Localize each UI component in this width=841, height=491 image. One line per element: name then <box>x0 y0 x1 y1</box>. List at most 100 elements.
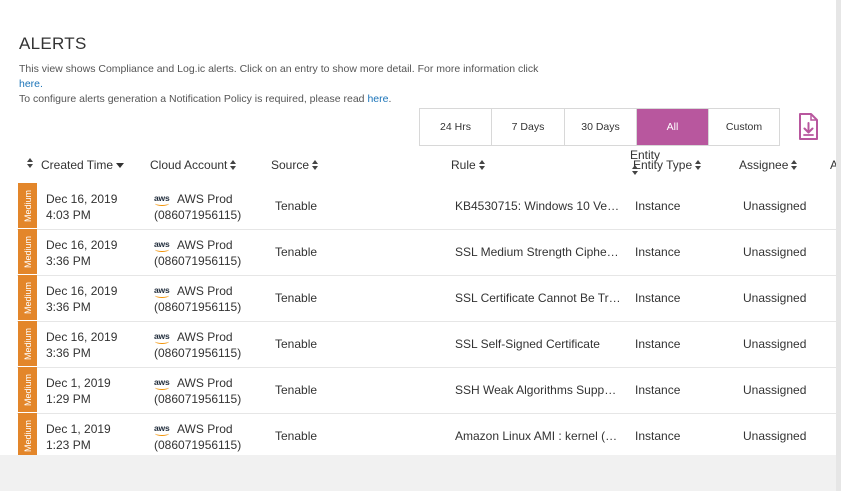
severity-label: Medium <box>22 419 33 452</box>
alerts-panel: ALERTS This view shows Compliance and Lo… <box>0 0 836 455</box>
created-time-label: Created Time <box>41 158 114 172</box>
description-line-2: here. <box>19 78 43 90</box>
severity-label: Medium <box>22 373 33 406</box>
entity-type-header[interactable]: Entity Type <box>632 158 702 175</box>
sort-icon <box>632 165 639 175</box>
filter-7days-button[interactable]: 7 Days <box>492 109 565 145</box>
rule-cell: Amazon Linux AMI : kernel (ALAS-2019-123… <box>455 429 621 443</box>
assignee-cell: Unassigned <box>743 337 807 351</box>
filter-all-button[interactable]: All <box>637 109 709 145</box>
sort-icon <box>312 160 319 170</box>
assignee-cell: Unassigned <box>743 383 807 397</box>
assignee-header[interactable]: Assignee <box>739 158 798 172</box>
severity-badge: Medium <box>18 275 37 320</box>
entity-type-cell: Instance <box>635 337 681 351</box>
entity-type-label: Entity Type <box>633 158 693 172</box>
notification-policy-suffix: . <box>388 93 392 105</box>
filter-custom-button[interactable]: Custom <box>709 109 779 145</box>
created-time-cell: Dec 16, 2019 4:03 PM <box>46 192 118 222</box>
account-id: (086071956115) <box>154 208 242 222</box>
page-title: ALERTS <box>19 34 87 53</box>
severity-label: Medium <box>22 281 33 314</box>
cloud-account-cell: aws AWS Prod (086071956115) <box>154 329 241 361</box>
aws-logo-icon: aws <box>154 284 171 298</box>
created-time-cell: Dec 16, 2019 3:36 PM <box>46 330 118 360</box>
sort-icon <box>791 160 798 170</box>
sort-icon <box>695 160 702 170</box>
rule-cell: SSL Certificate Cannot Be Trusted <box>455 291 621 305</box>
download-icon <box>799 113 818 140</box>
table-row[interactable]: Medium Dec 1, 2019 1:29 PM aws AWS Prod (0… <box>17 367 836 414</box>
aws-logo-icon: aws <box>154 238 171 252</box>
severity-sort-header[interactable] <box>24 158 34 168</box>
filter-30days-button[interactable]: 30 Days <box>565 109 637 145</box>
rule-header[interactable]: Rule <box>451 158 486 172</box>
cloud-account-cell: aws AWS Prod (086071956115) <box>154 237 241 269</box>
account-name: AWS Prod <box>177 238 233 252</box>
rule-cell: KB4530715: Windows 10 Version 1809 and W… <box>455 199 621 213</box>
more-info-link[interactable]: here. <box>19 78 43 90</box>
account-id: (086071956115) <box>154 300 242 314</box>
rule-cell: SSL Self-Signed Certificate <box>455 337 600 351</box>
cloud-account-cell: aws AWS Prod (086071956115) <box>154 421 241 453</box>
entity-type-cell: Instance <box>635 199 681 213</box>
entity-type-cell: Instance <box>635 245 681 259</box>
aws-logo-icon: aws <box>154 192 171 206</box>
sort-icon <box>230 160 237 170</box>
table-row[interactable]: Medium Dec 16, 2019 3:36 PM aws AWS Prod (… <box>17 275 836 322</box>
table-row[interactable]: Medium Dec 1, 2019 1:23 PM aws AWS Prod (0… <box>17 413 836 455</box>
entity-type-cell: Instance <box>635 383 681 397</box>
aws-logo-icon: aws <box>154 330 171 344</box>
account-id: (086071956115) <box>154 392 242 406</box>
download-button[interactable] <box>796 113 820 141</box>
severity-label: Medium <box>22 235 33 268</box>
time-filter-group: 24 Hrs 7 Days 30 Days All Custom <box>419 108 780 146</box>
filter-24hrs-button[interactable]: 24 Hrs <box>420 109 492 145</box>
rule-label: Rule <box>451 158 476 172</box>
entity-type-cell: Instance <box>635 429 681 443</box>
sort-icon <box>27 158 34 168</box>
account-id: (086071956115) <box>154 438 242 452</box>
entity-type-cell: Instance <box>635 291 681 305</box>
cloud-account-header[interactable]: Cloud Account <box>150 158 237 172</box>
account-name: AWS Prod <box>177 330 233 344</box>
account-name: AWS Prod <box>177 284 233 298</box>
notification-policy-link[interactable]: here <box>367 93 388 105</box>
aws-logo-icon: aws <box>154 422 171 436</box>
assignee-cell: Unassigned <box>743 199 807 213</box>
severity-label: Medium <box>22 189 33 222</box>
assignee-cell: Unassigned <box>743 429 807 443</box>
source-cell: Tenable <box>275 429 318 443</box>
assignee-cell: Unassigned <box>743 245 807 259</box>
table-row[interactable]: Medium Dec 16, 2019 3:36 PM aws AWS Prod (… <box>17 321 836 368</box>
sort-desc-icon <box>116 162 125 168</box>
assignee-cell: Unassigned <box>743 291 807 305</box>
severity-badge: Medium <box>18 413 37 455</box>
created-time-header[interactable]: Created Time <box>41 158 125 172</box>
source-cell: Tenable <box>275 383 318 397</box>
severity-badge: Medium <box>18 229 37 274</box>
cloud-account-label: Cloud Account <box>150 158 228 172</box>
account-name: AWS Prod <box>177 422 233 436</box>
rule-cell: SSL Medium Strength Cipher Suites Suppor… <box>455 245 621 259</box>
severity-badge: Medium <box>18 321 37 366</box>
alerts-table-body: Medium Dec 16, 2019 4:03 PM aws AWS Prod (… <box>17 183 836 455</box>
source-cell: Tenable <box>275 291 318 305</box>
source-label: Source <box>271 158 310 172</box>
severity-badge: Medium <box>18 183 37 228</box>
source-cell: Tenable <box>275 199 318 213</box>
created-time-cell: Dec 16, 2019 3:36 PM <box>46 238 118 268</box>
table-row[interactable]: Medium Dec 16, 2019 4:03 PM aws AWS Prod (… <box>17 183 836 230</box>
source-cell: Tenable <box>275 245 318 259</box>
table-row[interactable]: Medium Dec 16, 2019 3:36 PM aws AWS Prod (… <box>17 229 836 276</box>
created-time-cell: Dec 16, 2019 3:36 PM <box>46 284 118 314</box>
severity-badge: Medium <box>18 367 37 412</box>
assignee-label: Assignee <box>739 158 789 172</box>
cloud-account-cell: aws AWS Prod (086071956115) <box>154 283 241 315</box>
sort-icon <box>478 160 486 170</box>
page-scrollbar[interactable] <box>836 0 841 491</box>
account-id: (086071956115) <box>154 254 242 268</box>
account-id: (086071956115) <box>154 346 242 360</box>
rule-cell: SSH Weak Algorithms Supported <box>455 383 621 397</box>
source-header[interactable]: Source <box>271 158 319 172</box>
